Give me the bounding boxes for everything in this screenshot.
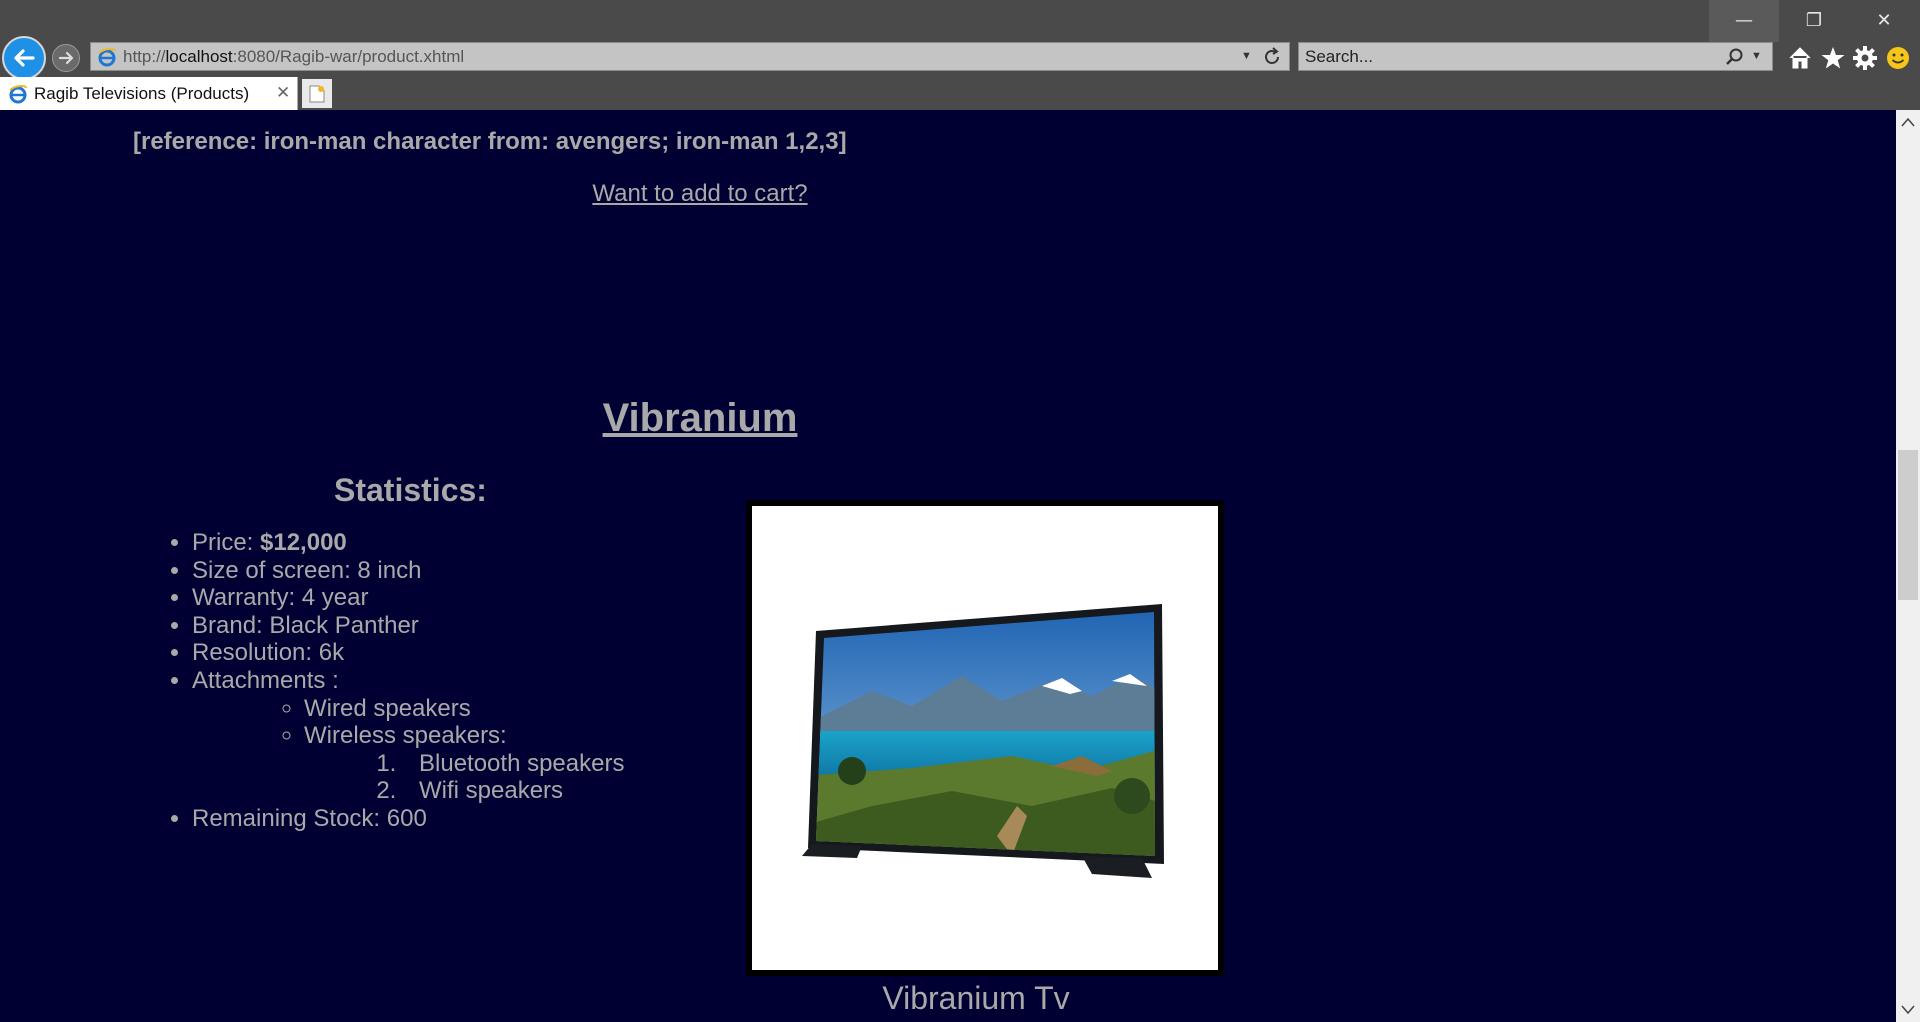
reference-text: [reference: iron-man character from: ave… xyxy=(133,128,847,155)
search-box[interactable]: ▼ xyxy=(1298,42,1773,71)
address-url[interactable]: http://localhost:8080/Ragib-war/product.… xyxy=(123,43,464,70)
image-caption: Vibranium Tv xyxy=(882,980,1070,1016)
address-bar[interactable]: http://localhost:8080/Ragib-war/product.… xyxy=(90,42,1290,71)
scrollbar-thumb[interactable] xyxy=(1898,450,1918,600)
list-item: Wireless speakers: Bluetooth speakers Wi… xyxy=(304,722,624,805)
list-item: Wired speakers xyxy=(304,695,624,723)
search-dropdown-icon[interactable]: ▼ xyxy=(1751,43,1762,70)
scroll-down-button[interactable] xyxy=(1896,998,1920,1022)
url-path: :8080/Ragib-war/product.xhtml xyxy=(232,47,465,66)
list-item: Wifi speakers xyxy=(403,777,624,805)
browser-chrome: — ❐ ✕ http://localhost:8080/Ragib-war/pr… xyxy=(0,0,1920,110)
list-item: Bluetooth speakers xyxy=(403,750,624,778)
list-item: Resolution: 6k xyxy=(192,639,624,667)
ie-logo-icon xyxy=(9,84,27,104)
new-tab-button[interactable] xyxy=(302,79,332,108)
minimize-button[interactable]: — xyxy=(1709,0,1779,42)
attachments-list: Wired speakers Wireless speakers: Blueto… xyxy=(192,695,624,805)
url-protocol: http:// xyxy=(123,47,166,66)
list-item: Price: $12,000 xyxy=(192,529,624,557)
url-host: localhost xyxy=(165,47,233,66)
refresh-icon[interactable] xyxy=(1261,46,1283,68)
list-item: Remaining Stock: 600 xyxy=(192,805,624,833)
close-window-button[interactable]: ✕ xyxy=(1849,0,1919,42)
home-icon[interactable] xyxy=(1786,44,1814,72)
search-icon[interactable] xyxy=(1724,47,1746,67)
back-button[interactable] xyxy=(2,36,46,80)
smiley-icon[interactable] xyxy=(1884,44,1912,72)
attachments-label: Attachments : xyxy=(192,666,339,694)
statistics-heading: Statistics: xyxy=(334,472,487,508)
back-arrow-icon xyxy=(14,49,35,67)
restore-button[interactable]: ❐ xyxy=(1779,0,1849,42)
wireless-list: Bluetooth speakers Wifi speakers xyxy=(304,750,624,805)
vertical-scrollbar[interactable] xyxy=(1896,110,1920,1022)
new-tab-icon xyxy=(309,85,325,102)
scroll-down-icon xyxy=(1901,1005,1915,1015)
product-image-frame xyxy=(746,500,1224,976)
gear-icon[interactable] xyxy=(1851,44,1879,72)
price-value: $12,000 xyxy=(260,529,347,556)
price-label: Price: xyxy=(192,529,261,556)
list-item: Warranty: 4 year xyxy=(192,584,624,612)
address-dropdown-icon[interactable]: ▼ xyxy=(1241,43,1252,70)
browser-tab[interactable]: Ragib Televisions (Products) ✕ xyxy=(0,77,298,110)
tab-close-icon[interactable]: ✕ xyxy=(276,77,290,109)
list-item: Attachments : Wired speakers Wireless sp… xyxy=(192,667,624,805)
tab-title: Ragib Televisions (Products) xyxy=(34,84,250,103)
list-item: Brand: Black Panther xyxy=(192,612,624,640)
product-image xyxy=(752,506,1218,970)
search-input[interactable] xyxy=(1305,45,1705,68)
add-to-cart-link[interactable]: Want to add to cart? xyxy=(0,180,1400,208)
wireless-label: Wireless speakers: xyxy=(304,722,507,750)
page-content: [reference: iron-man character from: ave… xyxy=(0,110,1896,1022)
television-image xyxy=(802,604,1164,878)
star-icon[interactable] xyxy=(1819,44,1847,72)
ie-logo-icon xyxy=(98,47,116,67)
product-title[interactable]: Vibranium xyxy=(0,396,1400,441)
spec-list: Price: $12,000 Size of screen: 8 inch Wa… xyxy=(153,529,624,833)
forward-button[interactable] xyxy=(52,44,80,72)
list-item: Size of screen: 8 inch xyxy=(192,557,624,585)
forward-arrow-icon xyxy=(58,51,74,65)
scroll-up-button[interactable] xyxy=(1896,110,1920,134)
scroll-up-icon xyxy=(1901,117,1915,127)
